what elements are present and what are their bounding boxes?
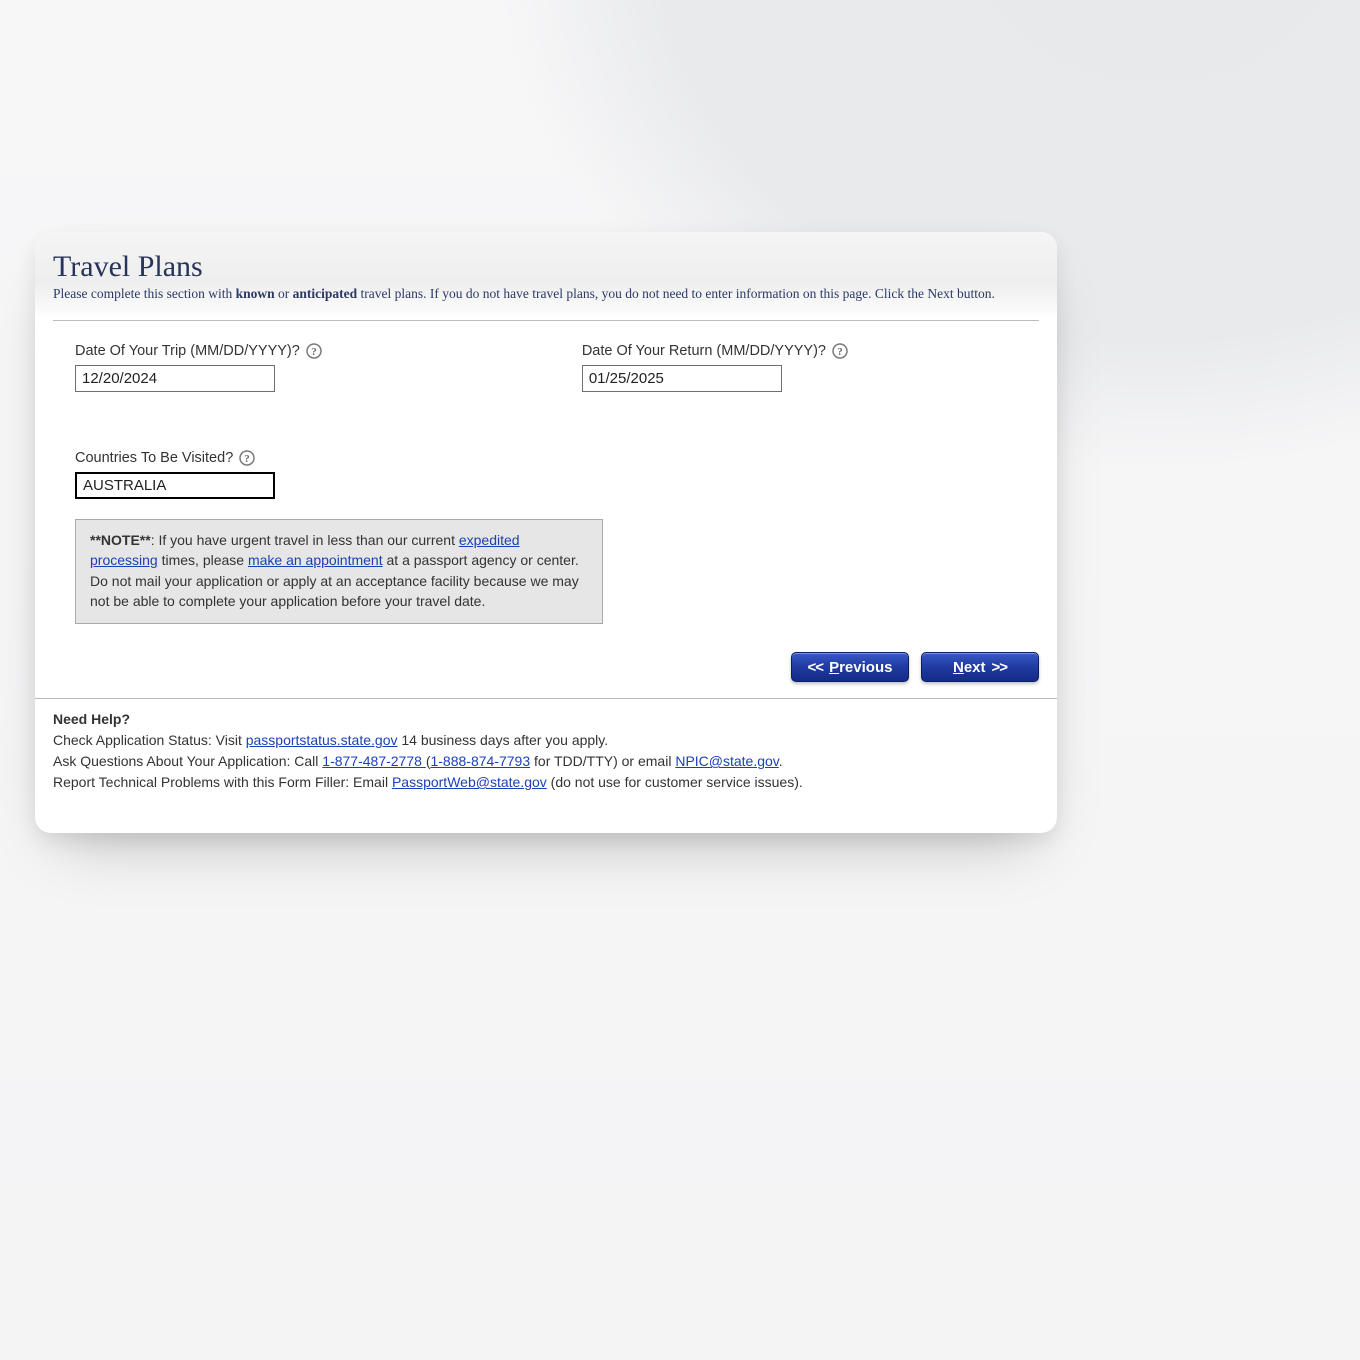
trip-date-input[interactable] bbox=[75, 365, 275, 392]
phone-tdd-link[interactable]: 1-888-874-7793 bbox=[430, 753, 530, 769]
return-date-input[interactable] bbox=[582, 365, 782, 392]
page-title: Travel Plans bbox=[53, 250, 1039, 284]
date-row: Date Of Your Trip (MM/DD/YYYY)? ? Date O… bbox=[75, 343, 1017, 392]
subtitle-post: travel plans. If you do not have travel … bbox=[357, 286, 995, 301]
svg-text:?: ? bbox=[311, 346, 317, 358]
help-icon[interactable]: ? bbox=[239, 450, 255, 466]
note-part2: times, please bbox=[158, 552, 248, 568]
passportweb-email-link[interactable]: PassportWeb@state.gov bbox=[392, 774, 547, 790]
note-box: **NOTE**: If you have urgent travel in l… bbox=[75, 519, 603, 624]
note-part1: : If you have urgent travel in less than… bbox=[151, 532, 459, 548]
return-date-label-row: Date Of Your Return (MM/DD/YYYY)? ? bbox=[582, 343, 848, 359]
return-date-label: Date Of Your Return (MM/DD/YYYY)? bbox=[582, 343, 826, 359]
countries-label: Countries To Be Visited? bbox=[75, 450, 233, 466]
return-date-field: Date Of Your Return (MM/DD/YYYY)? ? bbox=[582, 343, 848, 392]
countries-input[interactable] bbox=[75, 472, 275, 499]
tech-pre: Report Technical Problems with this Form… bbox=[53, 774, 392, 790]
ask-post: . bbox=[779, 753, 783, 769]
subtitle-text: Please complete this section with bbox=[53, 286, 236, 301]
form-area: Date Of Your Trip (MM/DD/YYYY)? ? Date O… bbox=[35, 321, 1057, 634]
npic-email-link[interactable]: NPIC@state.gov bbox=[675, 753, 778, 769]
subtitle-mid: or bbox=[275, 286, 293, 301]
status-post: 14 business days after you apply. bbox=[398, 732, 609, 748]
tech-post: (do not use for customer service issues)… bbox=[547, 774, 803, 790]
previous-button[interactable]: << Previous bbox=[791, 652, 909, 682]
ask-pre: Ask Questions About Your Application: Ca… bbox=[53, 753, 322, 769]
next-label: Next bbox=[953, 659, 986, 676]
subtitle-known: known bbox=[236, 286, 275, 301]
need-help-heading: Need Help? bbox=[53, 711, 130, 727]
passport-status-link[interactable]: passportstatus.state.gov bbox=[246, 732, 398, 748]
svg-text:?: ? bbox=[837, 346, 843, 358]
help-icon[interactable]: ? bbox=[832, 343, 848, 359]
ask-mid: for TDD/TTY) or email bbox=[530, 753, 675, 769]
nav-button-row: << Previous Next >> bbox=[35, 634, 1057, 682]
next-button[interactable]: Next >> bbox=[921, 652, 1039, 682]
subtitle-anticipated: anticipated bbox=[293, 286, 358, 301]
travel-plans-panel: Travel Plans Please complete this sectio… bbox=[35, 232, 1057, 833]
trip-date-field: Date Of Your Trip (MM/DD/YYYY)? ? bbox=[75, 343, 322, 392]
page-subtitle: Please complete this section with known … bbox=[53, 286, 1039, 302]
need-help-section: Need Help? Check Application Status: Vis… bbox=[35, 699, 1057, 793]
phone-primary-link[interactable]: 1-877-487-2778 bbox=[322, 753, 426, 769]
previous-label: Previous bbox=[829, 659, 892, 676]
countries-label-row: Countries To Be Visited? ? bbox=[75, 450, 1017, 466]
status-pre: Check Application Status: Visit bbox=[53, 732, 246, 748]
chevron-right-icon: >> bbox=[992, 659, 1008, 676]
trip-date-label: Date Of Your Trip (MM/DD/YYYY)? bbox=[75, 343, 300, 359]
help-icon[interactable]: ? bbox=[306, 343, 322, 359]
panel-header: Travel Plans Please complete this sectio… bbox=[35, 232, 1057, 316]
note-bold: **NOTE** bbox=[90, 532, 151, 548]
svg-text:?: ? bbox=[245, 453, 251, 465]
make-appointment-link[interactable]: make an appointment bbox=[248, 552, 383, 568]
chevron-left-icon: << bbox=[808, 659, 824, 676]
trip-date-label-row: Date Of Your Trip (MM/DD/YYYY)? ? bbox=[75, 343, 322, 359]
countries-field: Countries To Be Visited? ? bbox=[75, 450, 1017, 499]
